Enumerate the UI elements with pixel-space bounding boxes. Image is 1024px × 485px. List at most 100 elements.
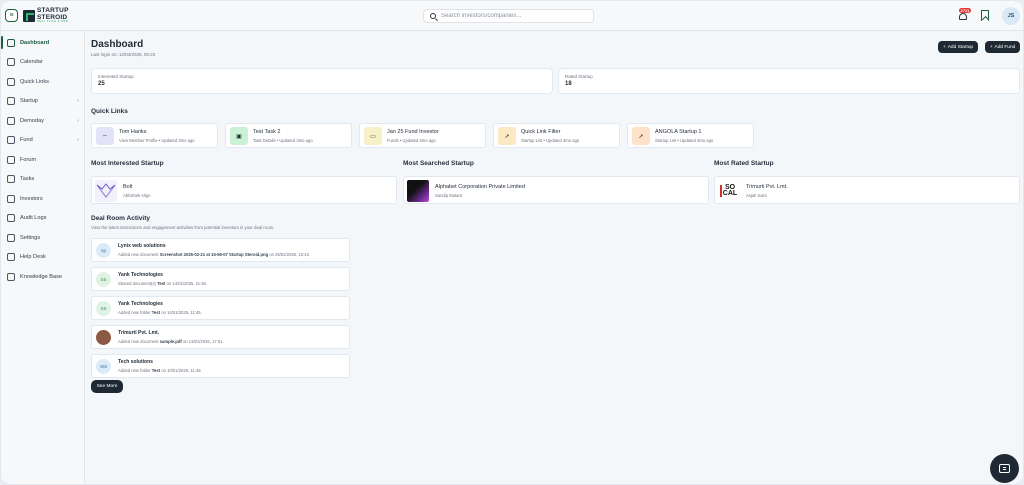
avatar: SS	[96, 301, 111, 316]
stat-value: 18	[565, 81, 572, 87]
add-startup-button[interactable]: + Add Startup	[938, 41, 978, 53]
quick-link-card[interactable]: ➚ ANGOLA Startup 1 Startup List • Updated …	[627, 123, 754, 148]
most-rated-card[interactable]: SO CAL Trimurti Pvt. Lmt. Anjali Saini	[714, 176, 1020, 204]
sidebar-item-label: Startup	[20, 98, 39, 105]
quick-link-subtitle: Startup List • Updated 4mo ago	[655, 138, 714, 143]
search-input[interactable]	[441, 13, 581, 19]
activity-company: Yank Technologies	[118, 272, 163, 278]
sidebar-item-label: Calendar	[20, 59, 43, 66]
so-cal-logo-text: SO CAL	[720, 184, 738, 198]
add-fund-label: Add Fund	[994, 44, 1016, 50]
sidebar-item-tasks[interactable]: Tasks	[1, 170, 84, 190]
sidebar-item-label: Investors	[20, 195, 43, 202]
top-bar: ≡ STARTUP STEROID DEAL FLOW & CRM 2721 J…	[1, 1, 1023, 31]
last-login-text: Last login on: 12/04/2025, 00:22	[91, 52, 156, 57]
interested-startup-card[interactable]: Interested Startup 25	[91, 68, 553, 94]
add-fund-button[interactable]: + Add Fund	[985, 41, 1020, 53]
startup-owner: Anjali Saini	[746, 193, 767, 198]
startup-logo: SO CAL	[718, 180, 740, 202]
notification-count-badge: 2721	[959, 8, 971, 13]
quick-link-title: Quick Link Filter	[521, 129, 561, 135]
deal-room-activity-item[interactable]: Trimurti Pvt. Lmt. Added new document sam…	[91, 325, 350, 349]
quick-link-subtitle: Task Details • Updated 3mo ago	[253, 138, 313, 143]
bookmark-icon[interactable]	[981, 10, 989, 21]
quick-link-title: Test Task 2	[253, 129, 281, 135]
sidebar-item-dashboard[interactable]: Dashboard	[1, 33, 84, 53]
most-interested-card[interactable]: Bolt Abhishek Align	[91, 176, 397, 204]
logo[interactable]: STARTUP STEROID DEAL FLOW & CRM	[23, 7, 69, 24]
sidebar-item-label: Audit Logs	[20, 215, 47, 222]
activity-text: Shared document(s) Test on 14/01/2025, 1…	[118, 281, 207, 286]
calendar-icon	[7, 58, 15, 67]
quick-link-card[interactable]: ➚ Quick Link Filter Startup List • Updated…	[493, 123, 620, 148]
sidebar-item-label: Forum	[20, 156, 37, 163]
chat-button[interactable]	[990, 454, 1019, 483]
activity-action: Shared document(s)	[118, 281, 156, 286]
sidebar-item-fund[interactable]: Fund ‹	[1, 131, 84, 151]
sidebar-item-knowledge-base[interactable]: Knowledge Base	[1, 267, 84, 287]
page-title: Dashboard	[91, 39, 144, 50]
stat-label: Rated Startup	[565, 74, 593, 79]
sidebar-item-demoday[interactable]: Demoday ‹	[1, 111, 84, 131]
investors-icon	[7, 194, 15, 203]
quick-link-card[interactable]: ▣ Test Task 2 Task Details • Updated 3mo a…	[225, 123, 352, 148]
fund-icon: ▭	[364, 127, 382, 145]
startup-name: Trimurti Pvt. Lmt.	[746, 184, 788, 190]
rocket-icon: ➚	[498, 127, 516, 145]
sidebar-item-audit-logs[interactable]: Audit Logs	[1, 209, 84, 229]
sidebar: Dashboard Calendar Quick Links Startup ‹ Demo…	[1, 31, 85, 484]
sidebar-item-quick-links[interactable]: Quick Links	[1, 72, 84, 92]
deal-room-activity-item[interactable]: SM Tech solutions Added new folder Test on…	[91, 354, 350, 378]
activity-time: on 13/01/2025, 17:51.	[182, 339, 224, 344]
logo-text: STARTUP STEROID DEAL FLOW & CRM	[37, 7, 69, 24]
quick-link-card[interactable]: ⇔ Tom Hanks View Member Profile • Updated …	[91, 123, 218, 148]
deal-room-activity-item[interactable]: SS Yank Technologies Added new folder Test…	[91, 296, 350, 320]
task-icon: ▣	[230, 127, 248, 145]
search-bar[interactable]	[423, 9, 594, 23]
quick-link-subtitle: View Member Profile • Updated 3mo ago	[119, 138, 195, 143]
deal-room-activity-item[interactable]: SS Yank Technologies Shared document(s) Te…	[91, 267, 350, 291]
link-icon: ⇔	[96, 127, 114, 145]
sidebar-item-forum[interactable]: Forum	[1, 150, 84, 170]
bolt-logo-icon	[96, 183, 116, 198]
external-link-icon	[7, 77, 15, 86]
sidebar-item-label: Settings	[20, 234, 41, 241]
sidebar-item-help-desk[interactable]: Help Desk	[1, 248, 84, 268]
quick-link-title: Jan 25 Fund Investor	[387, 129, 439, 135]
sidebar-item-label: Quick Links	[20, 78, 49, 85]
avatar	[96, 330, 111, 345]
rated-startup-card[interactable]: Rated Startup 18	[558, 68, 1020, 94]
activity-action: Added new folder	[118, 368, 151, 373]
deal-room-heading: Deal Room Activity	[91, 215, 150, 222]
sidebar-item-calendar[interactable]: Calendar	[1, 53, 84, 73]
stat-label: Interested Startup	[98, 74, 134, 79]
deal-room-subtitle: View the latest interactions and engagem…	[91, 225, 275, 230]
sidebar-item-settings[interactable]: Settings	[1, 228, 84, 248]
activity-action: Added new folder	[118, 310, 151, 315]
sidebar-item-investors[interactable]: Investors	[1, 189, 84, 209]
chevron-icon: ‹	[77, 117, 79, 124]
audit-logs-icon	[7, 214, 15, 223]
activity-company: Trimurti Pvt. Lmt.	[118, 330, 160, 336]
quick-link-card[interactable]: ▭ Jan 25 Fund Investor Funds • Updated 3mo…	[359, 123, 486, 148]
sidebar-item-startup[interactable]: Startup ‹	[1, 92, 84, 112]
logo-tagline: DEAL FLOW & CRM	[37, 20, 69, 23]
most-searched-card[interactable]: Alphabet Corporation Private Limited San…	[403, 176, 709, 204]
tasks-icon	[7, 175, 15, 184]
demoday-icon	[7, 116, 15, 125]
user-avatar[interactable]: JS	[1002, 7, 1020, 25]
startup-logo	[95, 180, 117, 202]
fund-icon	[7, 136, 15, 145]
activity-object: Test	[151, 310, 161, 315]
startup-logo	[407, 180, 429, 202]
see-more-button[interactable]: See More	[91, 380, 123, 393]
bell-icon	[959, 13, 967, 20]
menu-toggle-button[interactable]: ≡	[5, 9, 18, 22]
activity-object: Test	[157, 281, 166, 286]
rocket-icon: ➚	[632, 127, 650, 145]
activity-text: Added new folder Test on 14/01/2025, 11:…	[118, 310, 202, 315]
most-rated-heading: Most Rated Startup	[714, 160, 774, 167]
chat-icon	[999, 464, 1010, 473]
deal-room-activity-item[interactable]: np Lynix web solutions Added new document …	[91, 238, 350, 262]
avatar: SS	[96, 272, 111, 287]
